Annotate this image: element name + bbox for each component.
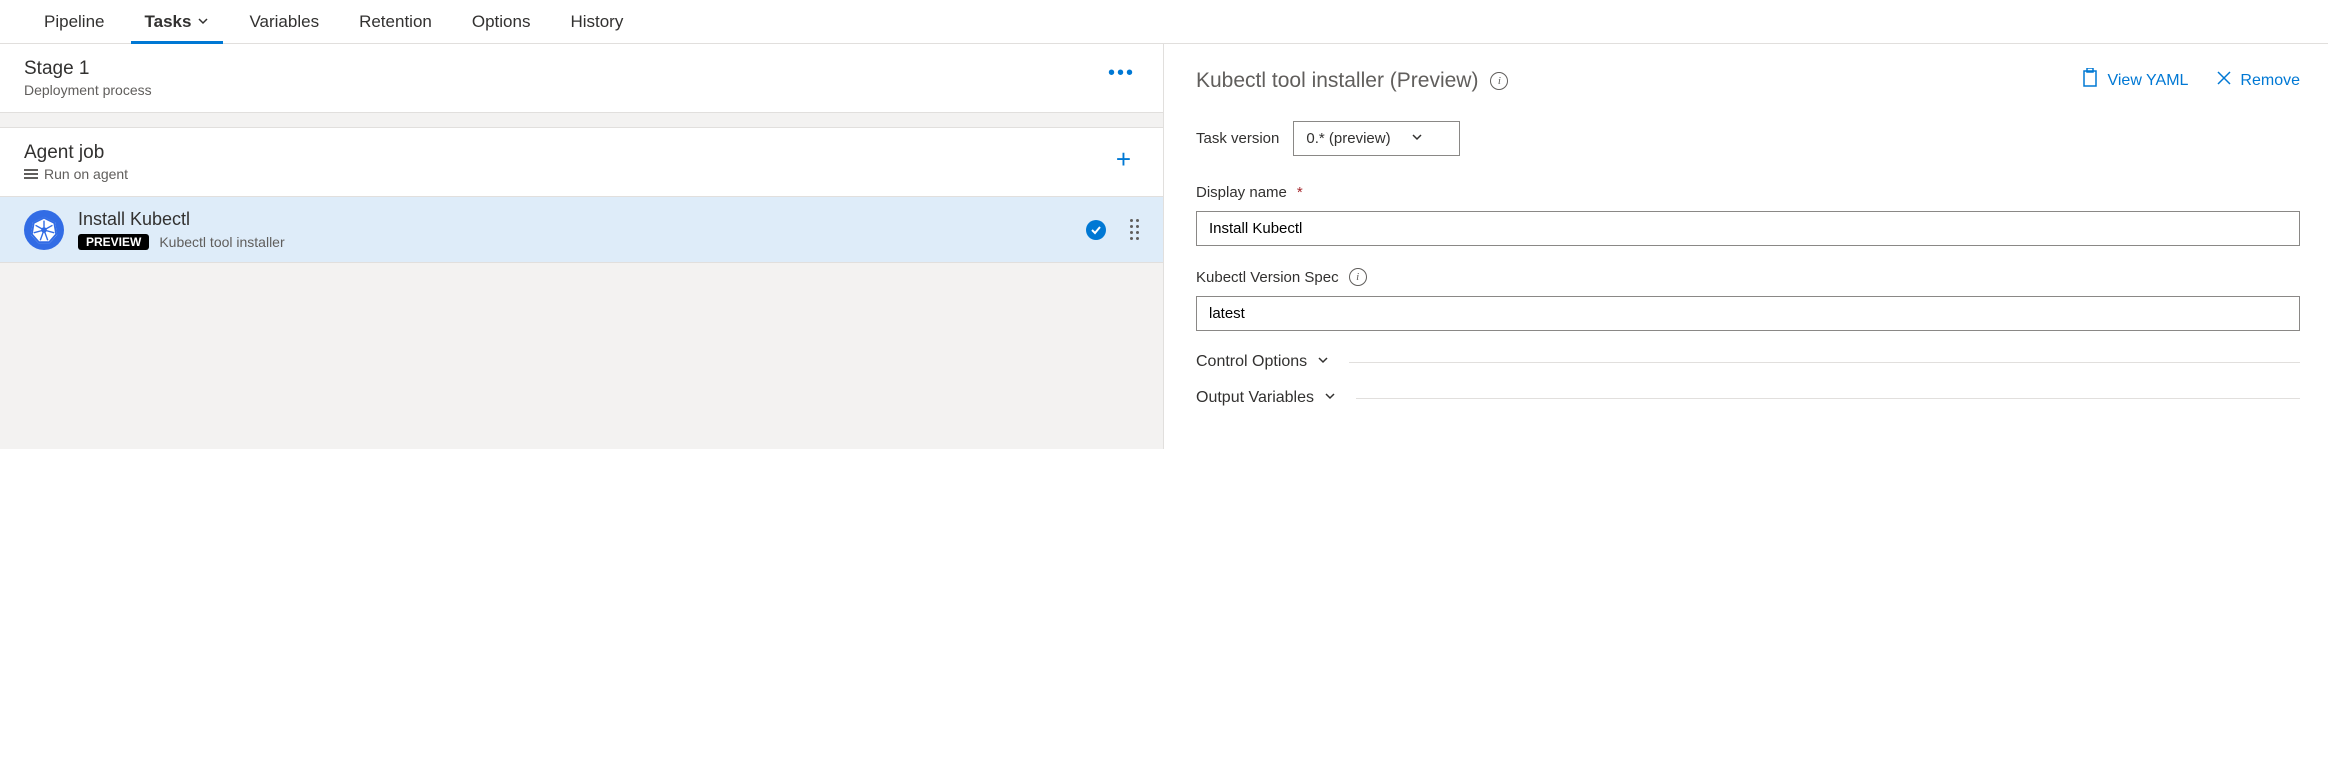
- tab-tasks[interactable]: Tasks: [125, 0, 230, 44]
- tab-retention[interactable]: Retention: [339, 0, 452, 44]
- preview-badge: PREVIEW: [78, 234, 149, 250]
- task-name: Install Kubectl: [78, 209, 1072, 230]
- stage-title: Stage 1: [24, 58, 152, 80]
- tab-pipeline[interactable]: Pipeline: [24, 0, 125, 44]
- view-yaml-label: View YAML: [2107, 72, 2188, 90]
- job-title: Agent job: [24, 142, 128, 164]
- stage-subtitle: Deployment process: [24, 82, 152, 98]
- tab-options[interactable]: Options: [452, 0, 551, 44]
- section-label: Output Variables: [1196, 389, 1314, 407]
- task-version-value: 0.* (preview): [1306, 130, 1390, 147]
- right-pane: Kubectl tool installer (Preview) i View …: [1164, 44, 2328, 449]
- close-icon: [2216, 70, 2232, 91]
- tab-variables[interactable]: Variables: [229, 0, 339, 44]
- task-content: Install Kubectl PREVIEW Kubectl tool ins…: [78, 209, 1072, 250]
- more-button[interactable]: •••: [1104, 58, 1139, 89]
- tab-label: History: [570, 12, 623, 32]
- required-indicator: *: [1297, 184, 1303, 201]
- display-name-label: Display name *: [1196, 184, 2300, 201]
- version-spec-label: Kubectl Version Spec i: [1196, 268, 2300, 286]
- task-description: Kubectl tool installer: [159, 234, 284, 250]
- tab-bar: Pipeline Tasks Variables Retention Optio…: [0, 0, 2328, 44]
- label-text: Kubectl Version Spec: [1196, 269, 1339, 286]
- task-version-label: Task version: [1196, 130, 1279, 147]
- tab-label: Variables: [249, 12, 319, 32]
- agent-icon: [24, 169, 38, 179]
- task-item-install-kubectl[interactable]: Install Kubectl PREVIEW Kubectl tool ins…: [0, 197, 1163, 263]
- job-subtitle: Run on agent: [24, 166, 128, 182]
- divider: [1356, 398, 2300, 399]
- tab-history[interactable]: History: [550, 0, 643, 44]
- info-icon[interactable]: i: [1490, 72, 1508, 90]
- tab-label: Retention: [359, 12, 432, 32]
- task-details-title: Kubectl tool installer (Preview) i: [1196, 69, 1508, 93]
- divider: [1349, 362, 2300, 363]
- label-text: Display name: [1196, 184, 1287, 201]
- remove-label: Remove: [2240, 72, 2300, 90]
- info-icon[interactable]: i: [1349, 268, 1367, 286]
- output-variables-section[interactable]: Output Variables: [1196, 389, 2300, 407]
- job-subtitle-text: Run on agent: [44, 166, 128, 182]
- left-pane: Stage 1 Deployment process ••• Agent job: [0, 44, 1164, 449]
- agent-job-row[interactable]: Agent job Run on agent +: [0, 127, 1163, 197]
- add-task-button[interactable]: +: [1108, 142, 1139, 176]
- chevron-down-icon: [1411, 130, 1423, 147]
- view-yaml-button[interactable]: View YAML: [2081, 68, 2188, 93]
- title-text: Kubectl tool installer (Preview): [1196, 69, 1478, 93]
- section-label: Control Options: [1196, 353, 1307, 371]
- task-version-select[interactable]: 0.* (preview): [1293, 121, 1459, 156]
- check-icon: [1086, 220, 1106, 240]
- drag-handle-icon[interactable]: [1130, 219, 1139, 240]
- version-spec-input[interactable]: [1196, 296, 2300, 331]
- chevron-down-icon: [1324, 389, 1336, 407]
- control-options-section[interactable]: Control Options: [1196, 353, 2300, 371]
- tab-label: Tasks: [145, 12, 192, 32]
- chevron-down-icon: [197, 12, 209, 32]
- tab-label: Pipeline: [44, 12, 105, 32]
- tab-label: Options: [472, 12, 531, 32]
- kubernetes-icon: [24, 210, 64, 250]
- display-name-input[interactable]: [1196, 211, 2300, 246]
- clipboard-icon: [2081, 68, 2099, 93]
- remove-button[interactable]: Remove: [2216, 70, 2300, 91]
- chevron-down-icon: [1317, 353, 1329, 371]
- stage-header[interactable]: Stage 1 Deployment process •••: [0, 44, 1163, 113]
